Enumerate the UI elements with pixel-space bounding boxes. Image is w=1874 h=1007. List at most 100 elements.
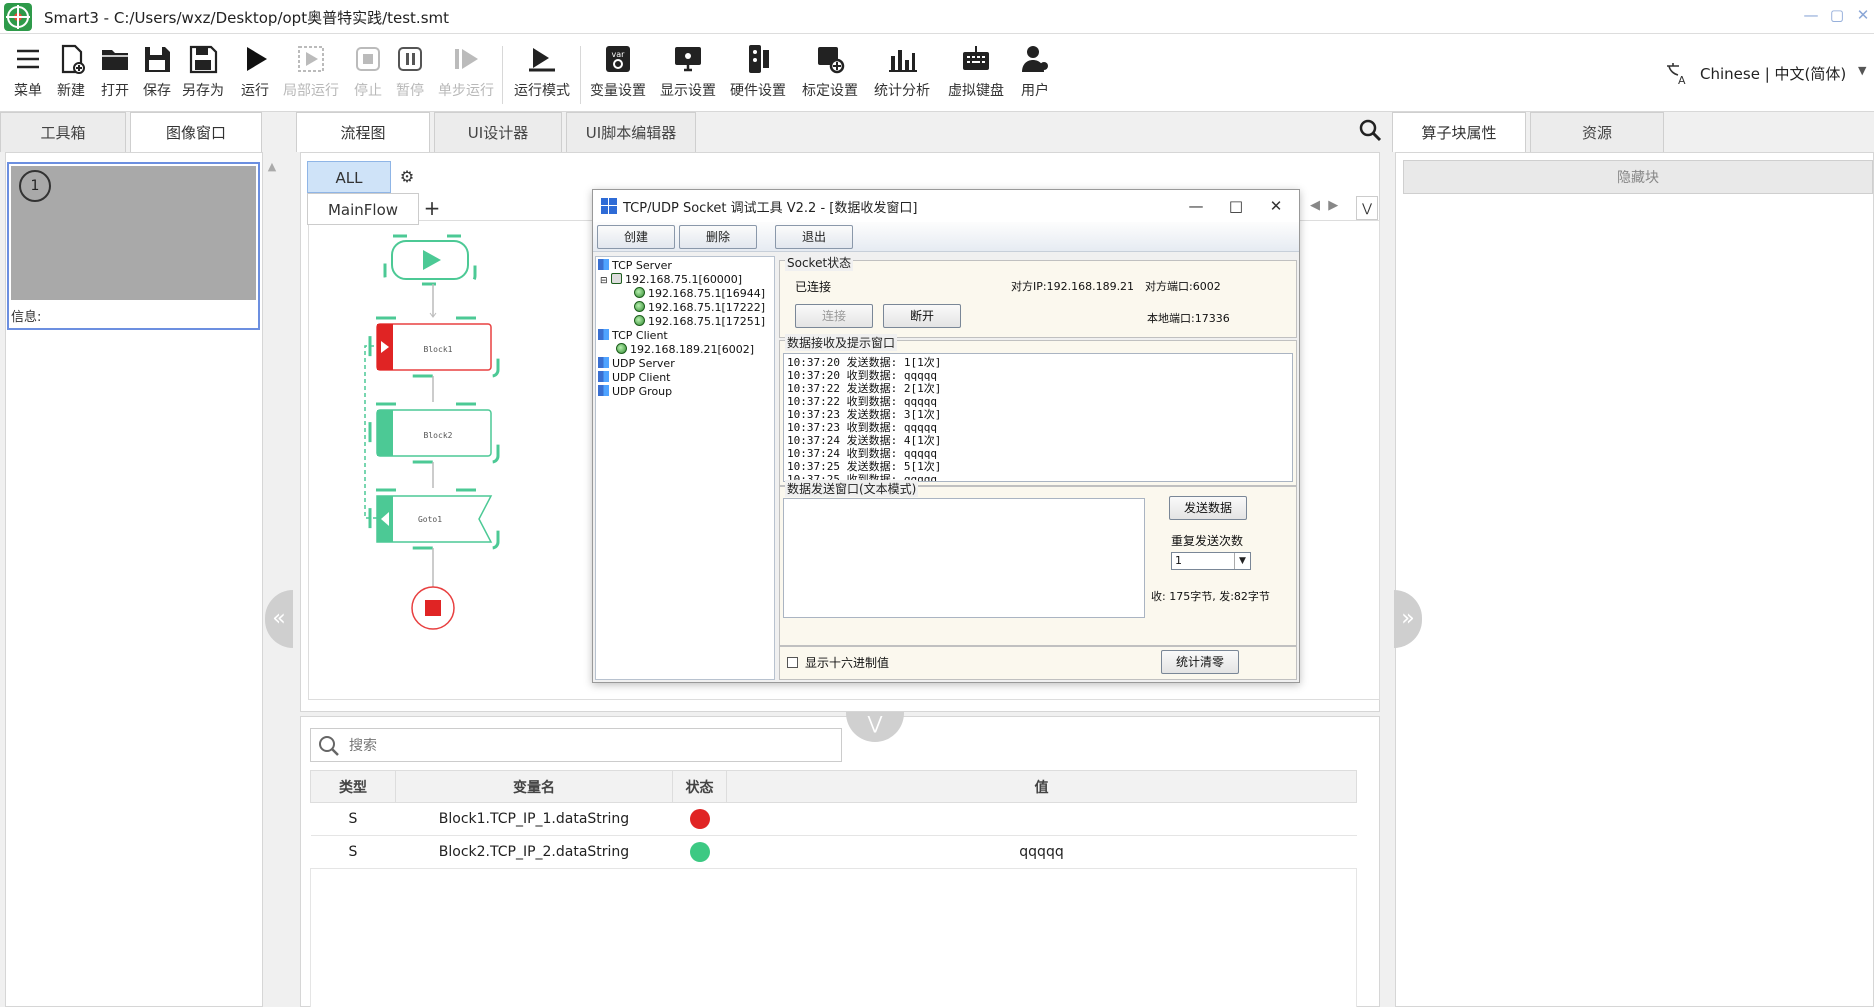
start-node[interactable] (383, 234, 477, 286)
maximize-icon[interactable]: □ (1221, 194, 1251, 218)
connection-icon (634, 287, 645, 298)
block2-node[interactable]: Block2 (368, 402, 500, 464)
disconnect-button[interactable]: 断开 (883, 304, 961, 328)
save-as-button[interactable]: 另存为 (178, 42, 228, 100)
scroll-up-icon[interactable]: ▲ (264, 160, 280, 176)
tab-mainflow[interactable]: MainFlow (307, 193, 419, 225)
hidden-block-button[interactable]: 隐藏块 (1403, 160, 1873, 194)
hardware-settings-button[interactable]: 硬件设置 (726, 42, 790, 100)
create-button[interactable]: 创建 (597, 225, 675, 249)
delete-button[interactable]: 删除 (679, 225, 757, 249)
gear-icon[interactable]: ⚙ (394, 163, 420, 191)
new-button[interactable]: 新建 (50, 42, 92, 100)
var-search-box[interactable] (310, 728, 842, 762)
tab-ui-designer[interactable]: UI设计器 (434, 112, 562, 152)
table-row[interactable]: S Block2.TCP_IP_2.dataString qqqqq (310, 835, 1357, 869)
toolbar-separator (580, 46, 581, 104)
user-button[interactable]: 用户 (1014, 42, 1056, 100)
collapse-left-button[interactable]: « (265, 590, 293, 648)
local-port: 本地端口:17336 (1147, 312, 1230, 325)
language-label: Chinese | 中文(简体) (1700, 65, 1847, 83)
goto1-node[interactable]: Goto1 (368, 488, 500, 550)
menu-button[interactable]: 菜单 (8, 42, 48, 100)
tab-block-properties[interactable]: 算子块属性 (1392, 112, 1526, 152)
stop-button[interactable]: 停止 (348, 42, 388, 100)
open-button[interactable]: 打开 (94, 42, 136, 100)
end-node[interactable] (411, 586, 455, 630)
dialog-title-bar[interactable]: TCP/UDP Socket 调试工具 V2.2 - [数据收发窗口] — □ … (593, 190, 1299, 222)
tab-image-window[interactable]: 图像窗口 (130, 112, 262, 152)
network-icon (598, 357, 609, 368)
send-data-button[interactable]: 发送数据 (1169, 496, 1247, 520)
image-info-label: 信息: (11, 310, 42, 325)
filter-all-button[interactable]: ALL (307, 161, 391, 193)
step-run-button[interactable]: 单步运行 (436, 42, 496, 100)
connection-tree: TCP Server ⊟ 192.168.75.1[60000] 192.168… (595, 256, 775, 680)
exit-button[interactable]: 退出 (775, 225, 853, 249)
flow-nav-arrows[interactable]: ◀ ▶ (1310, 198, 1338, 213)
calibration-icon (818, 47, 845, 74)
minimize-icon[interactable]: — (1800, 4, 1822, 26)
send-textarea[interactable] (783, 498, 1145, 618)
tree-item-client-node[interactable]: 192.168.189.21[6002] (616, 343, 754, 357)
tree-item-server-node[interactable]: ⊟ 192.168.75.1[60000] (600, 273, 742, 288)
image-thumbnail[interactable]: 1 信息: (7, 162, 260, 330)
search-input[interactable] (349, 735, 829, 757)
repeat-count-select[interactable]: 1 ▼ (1171, 552, 1251, 570)
tab-flowchart[interactable]: 流程图 (296, 112, 430, 152)
byte-stats: 收: 175字节, 发:82字节 (1151, 590, 1270, 603)
statistics-button[interactable]: 统计分析 (870, 42, 934, 100)
tree-item-tcp-server[interactable]: TCP Server (598, 259, 672, 273)
pause-button[interactable]: 暂停 (390, 42, 430, 100)
tree-item-server-child[interactable]: 192.168.75.1[16944] (634, 287, 765, 301)
right-tab-bar: 算子块属性 资源 (1392, 112, 1874, 152)
column-header-value[interactable]: 值 (726, 770, 1357, 803)
goto1-label: Goto1 (418, 515, 442, 524)
step-run-label: 单步运行 (438, 83, 494, 99)
virtual-keyboard-button[interactable]: 虚拟键盘 (942, 42, 1010, 100)
block1-node[interactable]: Block1 (368, 316, 500, 378)
pause-label: 暂停 (396, 83, 424, 99)
connection-icon (616, 343, 627, 354)
hex-checkbox[interactable] (787, 657, 798, 668)
close-icon[interactable]: ✕ (1852, 4, 1874, 26)
user-label: 用户 (1021, 83, 1049, 99)
remote-port: 对方端口:6002 (1145, 280, 1221, 293)
save-button[interactable]: 保存 (136, 42, 178, 100)
tree-item-udp-group[interactable]: UDP Group (598, 385, 672, 399)
run-button[interactable]: 运行 (234, 42, 276, 100)
tree-item-tcp-client[interactable]: TCP Client (598, 329, 668, 343)
tab-ui-script-editor[interactable]: UI脚本编辑器 (566, 112, 696, 152)
display-settings-button[interactable]: 显示设置 (656, 42, 720, 100)
tab-toolbox[interactable]: 工具箱 (0, 112, 126, 152)
table-row[interactable]: S Block1.TCP_IP_1.dataString (310, 802, 1357, 836)
chevron-down-icon[interactable]: ⋁ (1356, 196, 1378, 220)
receive-log[interactable]: 10:37:20 发送数据: 1[1次] 10:37:20 收到数据: qqqq… (783, 353, 1293, 482)
tree-item-server-child[interactable]: 192.168.75.1[17222] (634, 301, 765, 315)
run-mode-button[interactable]: 运行模式 (510, 42, 574, 100)
local-run-button[interactable]: 局部运行 (282, 42, 340, 100)
tree-item-server-child[interactable]: 192.168.75.1[17251] (634, 315, 765, 329)
language-selector[interactable]: A Chinese | 中文(简体) ▼ (1664, 60, 1866, 86)
status-dot (689, 842, 710, 862)
dialog-title: TCP/UDP Socket 调试工具 V2.2 - [数据收发窗口] (623, 201, 918, 216)
var-settings-button[interactable]: var 变量设置 (586, 42, 650, 100)
column-header-type[interactable]: 类型 (310, 770, 396, 803)
cell-name: Block2.TCP_IP_2.dataString (395, 835, 673, 869)
log-line: 10:37:20 收到数据: qqqqq (787, 369, 937, 382)
tree-item-udp-client[interactable]: UDP Client (598, 371, 671, 385)
clear-stats-button[interactable]: 统计清零 (1161, 650, 1239, 674)
maximize-icon[interactable]: ▢ (1826, 4, 1848, 26)
column-header-status[interactable]: 状态 (672, 770, 727, 803)
connect-button[interactable]: 连接 (795, 304, 873, 328)
network-icon (598, 371, 609, 382)
close-icon[interactable]: ✕ (1261, 194, 1291, 218)
search-icon[interactable] (1358, 118, 1384, 144)
minimize-icon[interactable]: — (1181, 194, 1211, 218)
calibration-settings-button[interactable]: 标定设置 (798, 42, 862, 100)
chevron-down-icon: ▼ (1234, 553, 1250, 569)
add-flow-button[interactable]: + (420, 196, 444, 222)
tab-resources[interactable]: 资源 (1530, 112, 1664, 152)
tree-item-udp-server[interactable]: UDP Server (598, 357, 675, 371)
column-header-name[interactable]: 变量名 (395, 770, 673, 803)
